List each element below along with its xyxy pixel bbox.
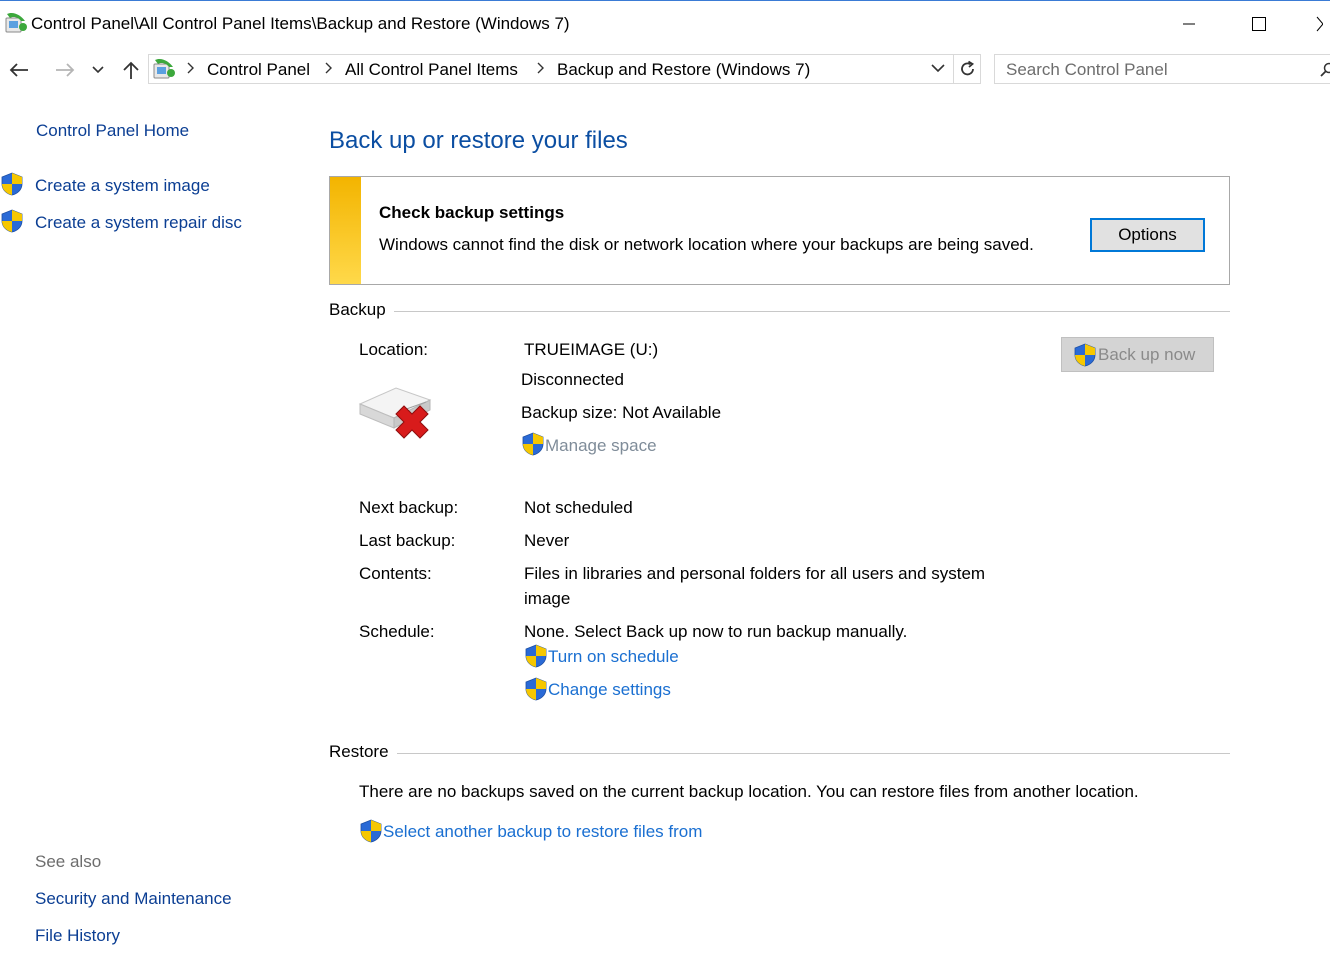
- warning-title: Check backup settings: [379, 203, 565, 222]
- warning-bar: [330, 177, 361, 284]
- backup-section-title: Backup: [329, 300, 386, 319]
- search-icon[interactable]: [1319, 62, 1330, 78]
- breadcrumb-all-items[interactable]: All Control Panel Items: [345, 60, 518, 80]
- search-input[interactable]: [1004, 59, 1308, 81]
- arrow-left-icon: [9, 63, 28, 77]
- search-box[interactable]: [994, 54, 1330, 84]
- divider: [953, 54, 954, 84]
- options-button[interactable]: Options: [1090, 218, 1205, 252]
- location-status: Disconnected: [521, 370, 625, 389]
- forward-button[interactable]: [52, 58, 78, 82]
- restore-message: There are no backups saved on the curren…: [359, 782, 1139, 801]
- back-button[interactable]: [6, 58, 32, 82]
- control-panel-icon: [5, 12, 27, 33]
- title-bar: Control Panel\All Control Panel Items\Ba…: [0, 0, 1330, 47]
- schedule-label: Schedule:: [359, 622, 435, 641]
- address-bar[interactable]: Control Panel All Control Panel Items Ba…: [148, 54, 981, 84]
- uac-shield-icon: [525, 644, 547, 668]
- control-panel-home-link[interactable]: Control Panel Home: [36, 121, 189, 141]
- up-button[interactable]: [118, 58, 144, 82]
- section-divider: [394, 311, 1230, 312]
- refresh-icon[interactable]: [959, 60, 977, 78]
- uac-shield-icon: [1074, 343, 1096, 367]
- chevron-right-icon[interactable]: [325, 62, 333, 74]
- see-also-heading: See also: [35, 852, 102, 871]
- uac-shield-icon: [1, 209, 23, 233]
- manage-space-link: Manage space: [545, 436, 657, 455]
- last-backup-label: Last backup:: [359, 531, 456, 550]
- restore-section-title: Restore: [329, 742, 389, 761]
- uac-shield-icon: [360, 819, 382, 843]
- contents-value-line1: Files in libraries and personal folders …: [524, 564, 986, 583]
- breadcrumb-backup-restore[interactable]: Backup and Restore (Windows 7): [557, 60, 810, 80]
- select-another-backup-link[interactable]: Select another backup to restore files f…: [383, 822, 702, 842]
- location-label: Location:: [359, 340, 428, 359]
- file-history-link[interactable]: File History: [35, 926, 120, 946]
- chevron-down-icon: [92, 66, 104, 74]
- recent-locations-button[interactable]: [87, 58, 109, 82]
- backup-warning-panel: Check backup settings Windows cannot fin…: [329, 176, 1230, 285]
- minimize-icon: [1183, 23, 1195, 25]
- section-divider: [397, 753, 1230, 754]
- next-backup-value: Not scheduled: [524, 498, 633, 517]
- close-button[interactable]: [1300, 9, 1330, 39]
- window-title: Control Panel\All Control Panel Items\Ba…: [31, 14, 570, 33]
- chevron-right-icon: [187, 62, 194, 74]
- arrow-right-icon: [56, 63, 75, 77]
- chevron-right-icon[interactable]: [537, 62, 545, 74]
- last-backup-value: Never: [524, 531, 570, 550]
- backup-size: Backup size: Not Available: [521, 403, 722, 422]
- security-maintenance-link[interactable]: Security and Maintenance: [35, 889, 232, 909]
- back-up-now-button: Back up now: [1061, 337, 1214, 372]
- minimize-button[interactable]: [1166, 9, 1212, 39]
- create-system-image-link[interactable]: Create a system image: [35, 176, 210, 196]
- uac-shield-icon: [1, 172, 23, 196]
- contents-value-line2: image: [524, 589, 571, 608]
- create-repair-disc-link[interactable]: Create a system repair disc: [35, 213, 242, 233]
- close-icon: [1316, 16, 1323, 32]
- back-up-now-label: Back up now: [1098, 344, 1196, 364]
- change-settings-link[interactable]: Change settings: [548, 680, 671, 700]
- uac-shield-icon: [522, 432, 544, 456]
- warning-message: Windows cannot find the disk or network …: [379, 235, 1034, 254]
- uac-shield-icon: [525, 677, 547, 701]
- contents-label: Contents:: [359, 564, 432, 583]
- breadcrumb-control-panel[interactable]: Control Panel: [207, 60, 310, 80]
- turn-on-schedule-link[interactable]: Turn on schedule: [548, 647, 679, 667]
- page-title: Back up or restore your files: [329, 127, 628, 154]
- control-panel-icon: [153, 58, 175, 79]
- chevron-down-icon[interactable]: [931, 64, 945, 74]
- schedule-value: None. Select Back up now to run backup m…: [524, 622, 908, 641]
- maximize-icon: [1252, 17, 1266, 31]
- next-backup-label: Next backup:: [359, 498, 459, 517]
- arrow-up-icon: [123, 61, 139, 79]
- maximize-button[interactable]: [1236, 9, 1282, 39]
- location-value: TRUEIMAGE (U:): [524, 340, 659, 359]
- drive-disconnected-icon: [358, 387, 432, 439]
